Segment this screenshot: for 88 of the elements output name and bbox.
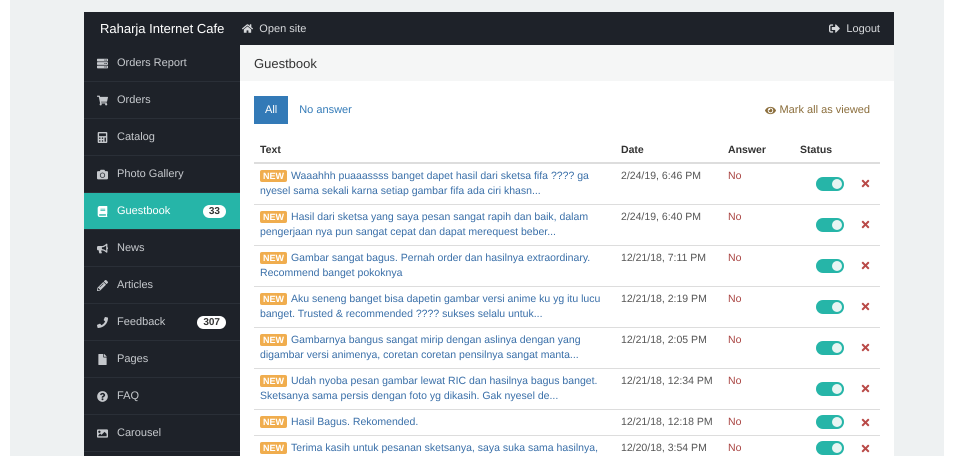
phone-icon [97, 316, 108, 328]
camera-icon [97, 168, 108, 180]
sidebar-label: News [117, 242, 146, 254]
date-cell: 12/21/18, 2:19 PM [615, 286, 722, 328]
new-label: NEW [260, 170, 287, 182]
filter-tab[interactable]: No answer [288, 96, 363, 124]
delete-icon[interactable] [860, 301, 870, 312]
message-link[interactable]: NEW Aku seneng banget bisa dapetin gambar versi anime ku yg itu lucu banget. Trusted & recommended ???? sukses selalu untuk... [260, 292, 609, 322]
sidebar-label: Articles [117, 279, 154, 291]
delete-icon[interactable] [860, 219, 870, 230]
home-icon [242, 23, 254, 34]
count-badge: 307 [197, 316, 226, 328]
message-link[interactable]: NEW Udah nyoba pesan gambar lewat RIC dan hasilnya bagus banget. Sketsanya sama persis dengan foto yg dikasih. Gak nyesel de... [260, 374, 609, 404]
server-icon [97, 58, 108, 68]
megaphone-icon [97, 242, 108, 254]
sidebar-item[interactable]: Guestbook 33 [84, 193, 240, 230]
brand-title: Raharja Internet Cafe [100, 21, 224, 36]
sidebar-label: Photo Gallery [117, 168, 185, 180]
message-link[interactable]: NEW Hasil Bagus. Rekomended. [260, 415, 609, 430]
message-link[interactable]: NEW Gambarnya bangus sangat mirip dengan aslinya dengan yang digambar versi animenya, coretan coretan pensilnya sangat manta... [260, 333, 609, 363]
sidebar-label: Pages [117, 353, 150, 365]
delete-icon[interactable] [860, 178, 870, 190]
new-label: NEW [260, 416, 287, 428]
status-toggle[interactable] [816, 258, 844, 273]
column-header: Date [615, 138, 722, 163]
mark-all-link[interactable]: Mark all as viewed [764, 104, 870, 116]
sidebar-label: Orders [117, 94, 152, 106]
column-header: Status [794, 138, 850, 163]
delete-icon[interactable] [860, 442, 870, 454]
sidebar-label: Feedback [117, 316, 166, 328]
new-label: NEW [260, 375, 287, 387]
logout-link[interactable]: Logout [829, 22, 880, 34]
answer-status: No [728, 211, 742, 223]
status-toggle[interactable] [816, 382, 844, 396]
new-label: NEW [260, 442, 287, 454]
new-label: NEW [260, 293, 287, 305]
cart-icon [97, 94, 108, 106]
sidebar-label: Guestbook [117, 205, 172, 217]
pencil-icon [97, 280, 108, 290]
answer-status: No [728, 334, 742, 346]
sidebar-label: Catalog [117, 131, 156, 143]
sidebar-item[interactable]: Feedback 307 [84, 304, 240, 341]
image-icon [97, 428, 108, 438]
new-label: NEW [260, 252, 287, 264]
sidebar-label: FAQ [117, 390, 140, 402]
status-toggle[interactable] [816, 300, 844, 314]
page-title: Guestbook [254, 56, 317, 70]
calculator-icon [97, 132, 108, 142]
date-cell: 12/20/18, 3:54 PM [615, 436, 722, 456]
eye-icon [764, 104, 776, 116]
message-link[interactable]: NEW Hasil dari sketsa yang saya pesan sangat rapih dan baik, dalam pengerjaan nya pun sangat cepat dan dapat merequest beber... [260, 210, 609, 240]
column-header: Text [254, 138, 615, 163]
answer-status: No [728, 416, 742, 428]
book-icon [97, 206, 108, 216]
status-toggle[interactable] [816, 415, 844, 430]
new-label: NEW [260, 334, 287, 346]
delete-icon[interactable] [860, 260, 870, 272]
date-cell: 2/24/19, 6:46 PM [615, 163, 722, 204]
delete-icon[interactable] [860, 342, 870, 354]
sidebar-label: Orders Report [117, 57, 188, 69]
count-badge: 33 [202, 204, 226, 218]
logout-icon [829, 23, 840, 34]
message-link[interactable]: NEW Waaahhh puaaassss banget dapet hasil dari sketsa fifa ???? ga nyesel sama sekali karna setiap gambar fifa ada ciri khasn... [260, 169, 609, 199]
sidebar-label: Carousel [117, 427, 162, 439]
status-toggle[interactable] [816, 218, 844, 232]
open-site-link[interactable]: Open site [242, 22, 306, 34]
date-cell: 12/21/18, 12:34 PM [615, 368, 722, 410]
filter-tab[interactable]: All [254, 96, 288, 124]
status-toggle[interactable] [816, 176, 844, 191]
answer-status: No [728, 375, 742, 387]
question-icon [97, 390, 108, 402]
file-icon [97, 354, 108, 364]
answer-status: No [728, 442, 742, 454]
column-header: Answer [722, 138, 794, 163]
status-toggle[interactable] [816, 340, 844, 355]
answer-status: No [728, 252, 742, 264]
answer-status: No [728, 170, 742, 182]
delete-icon[interactable] [860, 383, 870, 394]
date-cell: 12/21/18, 12:18 PM [615, 410, 722, 436]
answer-status: No [728, 293, 742, 305]
date-cell: 12/21/18, 7:11 PM [615, 246, 722, 286]
message-link[interactable]: NEW Terima kasih untuk pesanan sketsanya, saya suka sama hasilnya, [260, 441, 609, 456]
date-cell: 12/21/18, 2:05 PM [615, 328, 722, 368]
delete-icon[interactable] [860, 416, 870, 428]
date-cell: 2/24/19, 6:40 PM [615, 204, 722, 246]
status-toggle[interactable] [816, 441, 844, 456]
new-label: NEW [260, 211, 287, 223]
message-link[interactable]: NEW Gambar sangat bagus. Pernah order dan hasilnya extraordinary. Recommend banget pokoknya [260, 251, 609, 281]
